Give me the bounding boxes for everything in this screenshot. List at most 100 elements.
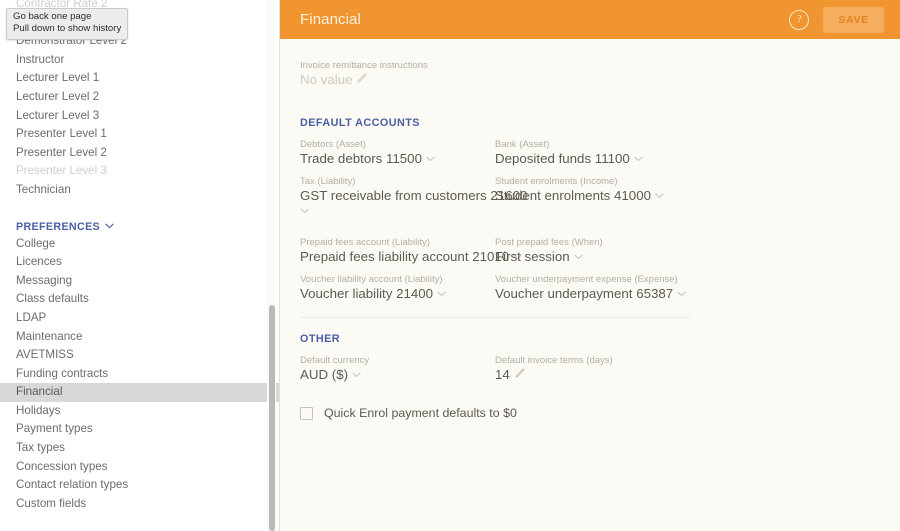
field-value-text: Prepaid fees liability account 21010 xyxy=(300,249,510,264)
sidebar-item-presenter-level-2[interactable]: Presenter Level 2 xyxy=(0,144,279,163)
chevron-down-icon[interactable] xyxy=(352,370,361,381)
chevron-down-icon[interactable] xyxy=(634,154,643,165)
pencil-icon[interactable] xyxy=(357,73,368,86)
sidebar-item-custom-fields[interactable]: Custom fields xyxy=(0,495,279,514)
field-value-text: 14 xyxy=(495,367,510,382)
field-default-currency[interactable]: Default currency AUD ($) xyxy=(300,355,495,382)
field-value-text: Voucher liability 21400 xyxy=(300,286,434,301)
sidebar-item-presenter-level-1[interactable]: Presenter Level 1 xyxy=(0,125,279,144)
help-glyph: ? xyxy=(796,12,802,25)
save-button[interactable]: SAVE xyxy=(823,6,884,33)
field-value-text: GST receivable from customers 21600 xyxy=(300,188,528,203)
field-value[interactable]: Trade debtors 11500 xyxy=(300,151,495,166)
accounts-row-1: Debtors (Asset) Trade debtors 11500 Bank… xyxy=(280,139,900,178)
field-value-text: AUD ($) xyxy=(300,367,349,382)
field-value[interactable]: No value xyxy=(300,72,500,87)
sidebar-section-preferences[interactable]: PREFERENCES xyxy=(0,213,279,235)
chevron-down-icon[interactable] xyxy=(105,213,114,239)
sidebar-item-licences[interactable]: Licences xyxy=(0,253,279,272)
field-tax[interactable]: Tax (Liability) GST receivable from cust… xyxy=(300,176,527,219)
quick-enrol-checkbox-row[interactable]: Quick Enrol payment defaults to $0 xyxy=(280,406,900,420)
field-post-prepaid-fees[interactable]: Post prepaid fees (When) First session xyxy=(495,237,690,264)
page-title: Financial xyxy=(300,11,361,28)
field-label: Prepaid fees account (Liability) xyxy=(300,237,430,248)
field-value-text: Student enrolments 41000 xyxy=(495,188,651,203)
field-label: Bank (Asset) xyxy=(495,139,550,150)
field-bank[interactable]: Bank (Asset) Deposited funds 11100 xyxy=(495,139,690,166)
sidebar-item-lecturer-level-1[interactable]: Lecturer Level 1 xyxy=(0,69,279,88)
sidebar-item-label: Payment types xyxy=(16,422,93,436)
back-button-tooltip: Go back one page Pull down to show histo… xyxy=(6,8,129,40)
chevron-down-icon[interactable] xyxy=(437,289,446,300)
field-value[interactable]: AUD ($) xyxy=(300,367,495,382)
field-voucher-liability-account[interactable]: Voucher liability account (Liability) Vo… xyxy=(300,274,495,301)
field-value[interactable]: GST receivable from customers 21600 xyxy=(300,188,527,203)
chevron-down-icon[interactable] xyxy=(426,154,435,165)
sidebar: Contractor Rate 2 Demonstrator Level 1 D… xyxy=(0,0,280,531)
field-prepaid-fees-account[interactable]: Prepaid fees account (Liability) Prepaid… xyxy=(300,237,522,264)
field-value-text: Deposited funds 11100 xyxy=(495,151,630,166)
sidebar-item-label: Lecturer Level 3 xyxy=(16,108,100,122)
sidebar-item-lecturer-level-3[interactable]: Lecturer Level 3 xyxy=(0,107,279,126)
sidebar-item-label: LDAP xyxy=(16,310,47,324)
section-heading-default-accounts: DEFAULT ACCOUNTS xyxy=(300,117,420,129)
field-label: Default currency xyxy=(300,355,370,366)
sidebar-scrollbar-thumb[interactable] xyxy=(269,305,275,531)
sidebar-item-label: Maintenance xyxy=(16,329,83,343)
field-value[interactable]: 14 xyxy=(495,367,690,382)
field-voucher-underpayment-expense[interactable]: Voucher underpayment expense (Expense) V… xyxy=(495,274,690,301)
sidebar-item-label: Financial xyxy=(16,385,63,399)
sidebar-item-funding-contracts[interactable]: Funding contracts xyxy=(0,365,279,384)
sidebar-item-college[interactable]: College xyxy=(0,235,279,254)
help-circle-icon[interactable]: ? xyxy=(789,9,810,30)
sidebar-item-label: Presenter Level 3 xyxy=(16,164,107,178)
sidebar-item-tax-types[interactable]: Tax types xyxy=(0,439,279,458)
field-value-text: Trade debtors 11500 xyxy=(300,151,422,166)
field-value[interactable]: Prepaid fees liability account 21010 xyxy=(300,249,522,264)
field-value-text: No value xyxy=(300,72,353,87)
field-debtors[interactable]: Debtors (Asset) Trade debtors 11500 xyxy=(300,139,495,166)
sidebar-item-lecturer-level-2[interactable]: Lecturer Level 2 xyxy=(0,88,279,107)
sidebar-item-instructor[interactable]: Instructor xyxy=(0,51,279,70)
sidebar-item-concession-types[interactable]: Concession types xyxy=(0,458,279,477)
field-student-enrolments[interactable]: Student enrolments (Income) Student enro… xyxy=(495,176,690,219)
section-heading-other: OTHER xyxy=(300,333,341,345)
sidebar-item-ldap[interactable]: LDAP xyxy=(0,309,279,328)
sidebar-item-messaging[interactable]: Messaging xyxy=(0,272,279,291)
field-value[interactable]: Student enrolments 41000 xyxy=(495,188,690,203)
field-default-invoice-terms[interactable]: Default invoice terms (days) 14 xyxy=(495,355,690,382)
sidebar-item-label: Presenter Level 2 xyxy=(16,145,107,159)
sidebar-item-holidays[interactable]: Holidays xyxy=(0,402,279,421)
pencil-icon[interactable] xyxy=(515,368,525,381)
sidebar-item-label: Instructor xyxy=(16,52,65,66)
sidebar-item-avetmiss[interactable]: AVETMISS xyxy=(0,346,279,365)
field-value[interactable]: Deposited funds 11100 xyxy=(495,151,690,166)
sidebar-nav-list: Contractor Rate 2 Demonstrator Level 1 D… xyxy=(0,0,279,514)
sidebar-item-presenter-level-3[interactable]: Presenter Level 3 xyxy=(0,162,279,181)
sidebar-item-payment-types[interactable]: Payment types xyxy=(0,420,279,439)
accounts-row-4: Voucher liability account (Liability) Vo… xyxy=(280,274,900,313)
sidebar-item-technician[interactable]: Technician xyxy=(0,181,279,200)
chevron-down-icon[interactable] xyxy=(300,201,495,219)
field-label: Default invoice terms (days) xyxy=(495,355,613,366)
page-header: Financial ? SAVE xyxy=(280,0,900,39)
field-value[interactable]: Voucher underpayment 65387 xyxy=(495,286,690,301)
sidebar-item-class-defaults[interactable]: Class defaults xyxy=(0,290,279,309)
sidebar-item-financial[interactable]: Financial xyxy=(0,383,279,402)
field-value[interactable]: Voucher liability 21400 xyxy=(300,286,495,301)
sidebar-item-maintenance[interactable]: Maintenance xyxy=(0,328,279,347)
tooltip-line-2: Pull down to show history xyxy=(13,23,122,35)
quick-enrol-checkbox[interactable] xyxy=(300,406,313,420)
chevron-down-icon[interactable] xyxy=(655,191,664,202)
invoice-remittance-field[interactable]: Invoice remittance instructions No value xyxy=(300,60,500,87)
sidebar-item-label: AVETMISS xyxy=(16,348,74,362)
sidebar-section-label: PREFERENCES xyxy=(16,220,101,233)
sidebar-item-contact-relation-types[interactable]: Contact relation types xyxy=(0,476,279,495)
sidebar-item-label: Holidays xyxy=(16,403,61,417)
chevron-down-icon[interactable] xyxy=(677,289,686,300)
accounts-row-3: Prepaid fees account (Liability) Prepaid… xyxy=(280,237,900,276)
chevron-down-icon[interactable] xyxy=(573,252,583,263)
field-value[interactable]: First session xyxy=(495,249,690,264)
main-panel: Financial ? SAVE Invoice remittance inst… xyxy=(280,0,900,531)
sidebar-item-label: Licences xyxy=(16,255,62,269)
